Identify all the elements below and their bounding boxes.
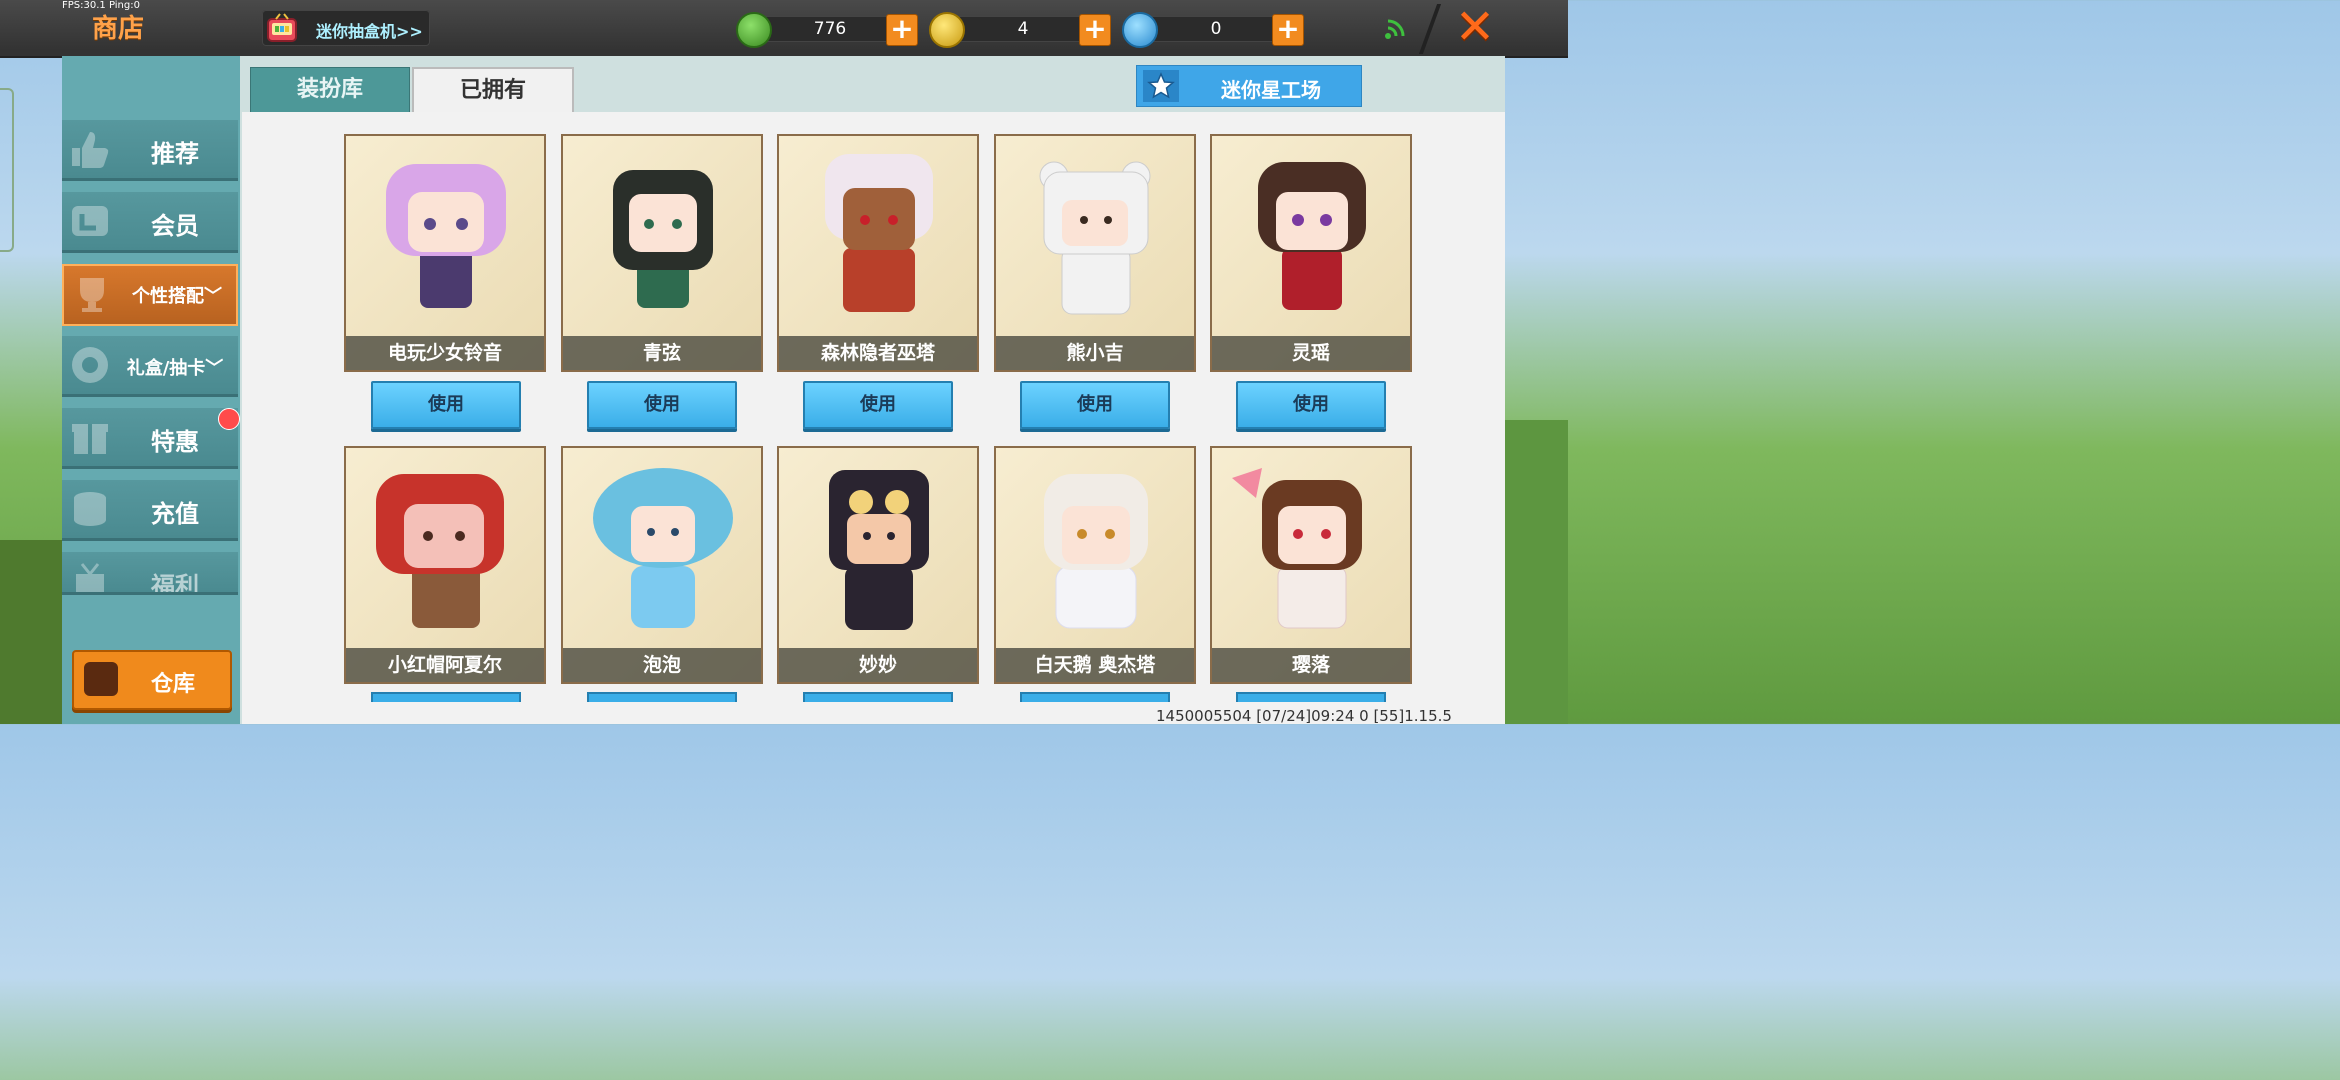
add-currency-button[interactable]: + [1272, 14, 1304, 46]
use-button[interactable]: 使用 [587, 381, 737, 429]
gift-icon [72, 424, 108, 454]
present-icon [76, 563, 104, 592]
character-portrait-icon [1232, 468, 1362, 629]
star-workshop-button[interactable]: 迷你星工场 [1136, 65, 1362, 107]
add-currency-button[interactable]: + [886, 14, 918, 46]
sidebar-item-label: 推荐 [151, 140, 199, 168]
character-portrait-icon [825, 154, 933, 312]
vip-icon [72, 206, 108, 236]
divider [1418, 4, 1442, 54]
character-card-8[interactable]: 妙妙 [777, 446, 979, 684]
character-card-4[interactable]: 熊小吉 [994, 134, 1196, 372]
sidebar-item-label: 充值 [151, 500, 199, 528]
sidebar-item-label: 特惠 [151, 428, 199, 456]
sidebar-item-outfit[interactable]: 个性搭配﹀ [62, 264, 238, 326]
use-button[interactable]: 使用 [371, 381, 521, 429]
character-card-9[interactable]: 白天鹅 奥杰塔 [994, 446, 1196, 684]
use-button[interactable] [371, 692, 521, 702]
character-portrait-icon [613, 170, 713, 308]
use-button[interactable] [1236, 692, 1386, 702]
gacha-label: 迷你抽盒机>> [316, 22, 423, 41]
character-name: 电玩少女铃音 [346, 336, 544, 370]
gacha-button[interactable]: 迷你抽盒机>> [262, 10, 430, 46]
add-currency-button[interactable]: + [1079, 14, 1111, 46]
warehouse-button[interactable]: 仓库 [72, 650, 232, 710]
character-name: 灵瑶 [1212, 336, 1410, 370]
character-name: 熊小吉 [996, 336, 1194, 370]
scenery-block-right [1505, 420, 1568, 724]
character-card-7[interactable]: 泡泡 [561, 446, 763, 684]
character-portrait-icon [1258, 162, 1366, 310]
character-card-6[interactable]: 小红帽阿夏尔 [344, 446, 546, 684]
currency-value: 0 [1210, 19, 1222, 39]
sidebar: 推荐 会员 个性搭配﹀ 礼盒/抽卡﹀ 特惠 充值 福利 [62, 56, 240, 724]
top-bar: FPS:30.1 Ping:0 商店 迷你抽盒机>> 776 + 4 + 0 +… [0, 0, 1568, 58]
page-title: 商店 [92, 14, 145, 44]
sidebar-item-giftbox[interactable]: 礼盒/抽卡﹀ [62, 336, 238, 397]
version-footer: 1450005504 [07/24]09:24 0 [55]1.15.5 [1156, 707, 1452, 725]
sidebar-item-vip[interactable]: 会员 [62, 192, 238, 253]
use-button[interactable]: 使用 [1236, 381, 1386, 429]
thumbs-up-icon [72, 132, 109, 168]
sidebar-item-recommend[interactable]: 推荐 [62, 120, 238, 181]
character-name: 泡泡 [563, 648, 761, 682]
use-button[interactable]: 使用 [803, 381, 953, 429]
tv-icon [267, 13, 297, 42]
tab-wardrobe[interactable]: 装扮库 [250, 67, 410, 113]
chest-icon [84, 662, 118, 696]
tab-owned[interactable]: 已拥有 [412, 67, 574, 115]
use-button[interactable] [1020, 692, 1170, 702]
use-button[interactable] [587, 692, 737, 702]
trophy-icon [80, 278, 104, 312]
warehouse-label: 仓库 [150, 672, 195, 697]
character-card-5[interactable]: 灵瑶 [1210, 134, 1412, 372]
sidebar-item-welfare[interactable]: 福利 [62, 552, 238, 595]
sidebar-item-recharge[interactable]: 充值 [62, 480, 238, 541]
character-name: 妙妙 [779, 648, 977, 682]
left-edge-handle[interactable] [0, 88, 14, 252]
disc-icon [72, 347, 108, 383]
character-name: 森林隐者巫塔 [779, 336, 977, 370]
character-portrait-icon [1044, 474, 1148, 629]
character-card-1[interactable]: 电玩少女铃音 [344, 134, 546, 372]
character-name: 白天鹅 奥杰塔 [996, 648, 1194, 682]
character-portrait-icon [593, 468, 733, 628]
character-card-10[interactable]: 璎落 [1210, 446, 1412, 684]
star-icon [1143, 70, 1179, 102]
sidebar-item-label: 个性搭配﹀ [132, 286, 222, 307]
star-workshop-label: 迷你星工场 [1221, 78, 1321, 102]
character-name: 青弦 [563, 336, 761, 370]
coin-stack-icon [74, 492, 106, 526]
use-button[interactable] [803, 692, 953, 702]
sidebar-item-label: 福利 [151, 572, 199, 595]
scenery-block-left [0, 540, 62, 724]
currency-value: 776 [813, 19, 847, 39]
sidebar-item-label: 礼盒/抽卡﹀ [126, 358, 224, 379]
character-portrait-icon [1039, 161, 1151, 315]
currency-value: 4 [1017, 19, 1029, 39]
use-button[interactable]: 使用 [1020, 381, 1170, 429]
notification-dot [218, 408, 240, 430]
character-portrait-icon [376, 474, 504, 628]
character-card-2[interactable]: 青弦 [561, 134, 763, 372]
character-card-3[interactable]: 森林隐者巫塔 [777, 134, 979, 372]
character-name: 小红帽阿夏尔 [346, 648, 544, 682]
character-portrait-icon [829, 470, 929, 630]
character-portrait-icon [386, 164, 506, 308]
character-name: 璎落 [1212, 648, 1410, 682]
sidebar-item-label: 会员 [151, 212, 199, 240]
signal-icon [1385, 19, 1405, 39]
close-button[interactable]: ✕ [1452, 3, 1498, 51]
sidebar-item-deals[interactable]: 特惠 [62, 408, 238, 469]
